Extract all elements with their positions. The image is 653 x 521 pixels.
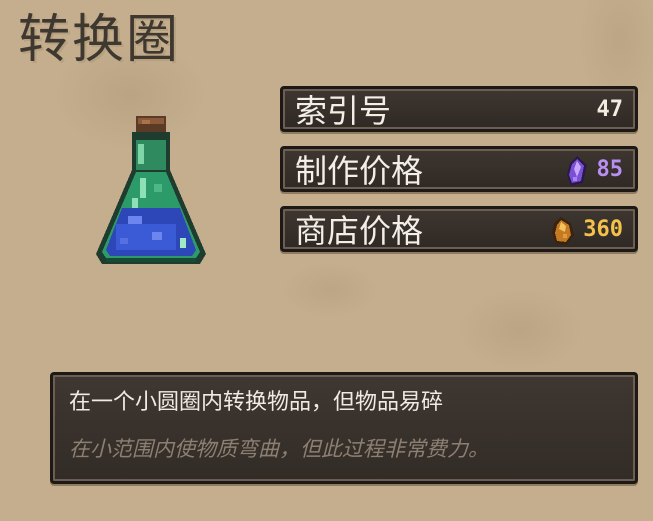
stat-row-shop-price: 商店价格 360 — [280, 206, 638, 252]
stat-label-craft-price: 制作价格 — [295, 152, 424, 190]
stat-row-craft-price: 制作价格 85 — [280, 146, 638, 192]
stat-value-craft-price: 85 — [596, 157, 624, 182]
stat-value-index: 47 — [596, 97, 624, 122]
stat-row-index: 索引号 47 — [280, 86, 638, 132]
purple-crystal-icon — [567, 156, 587, 186]
item-flavor-text: 在小范围内使物质弯曲，但此过程非常费力。 — [69, 437, 489, 461]
gold-nugget-icon — [552, 217, 574, 245]
description-panel: 在一个小圆圈内转换物品，但物品易碎 在小范围内使物质弯曲，但此过程非常费力。 — [50, 372, 638, 484]
item-description: 在一个小圆圈内转换物品，但物品易碎 — [69, 390, 444, 415]
stat-value-shop-price: 360 — [583, 217, 623, 242]
stat-label-shop-price: 商店价格 — [295, 212, 424, 250]
blue-potion-flask-icon — [96, 116, 206, 264]
item-title: 转换圈 — [18, 10, 181, 70]
stat-label-index: 索引号 — [295, 92, 392, 130]
